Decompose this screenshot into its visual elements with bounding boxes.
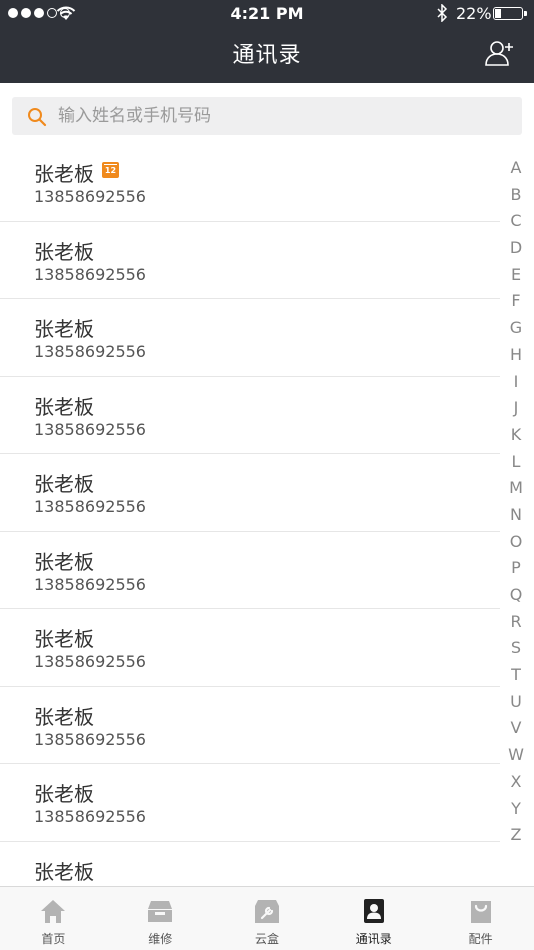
index-letter[interactable]: Z: [500, 822, 532, 849]
contact-row[interactable]: 张老板13858692556: [0, 377, 500, 454]
index-letter[interactable]: D: [500, 235, 532, 262]
tab-label: 配件: [468, 932, 493, 946]
status-bar: 4:21 PM 22%: [0, 0, 534, 28]
repair-box-icon: [146, 897, 174, 925]
tab-parts-bag[interactable]: 配件: [427, 887, 534, 950]
top-bar: 4:21 PM 22% 通讯录: [0, 0, 534, 83]
contact-name: 张老板: [34, 239, 94, 264]
tab-repair-box[interactable]: 维修: [107, 887, 214, 950]
index-letter[interactable]: Y: [500, 796, 532, 823]
contact-list: 张老板 12 13858692556 张老板 13858692556 张老板 1385869…: [0, 144, 500, 886]
index-letter[interactable]: J: [500, 395, 532, 422]
index-letter[interactable]: T: [500, 662, 532, 689]
index-letter[interactable]: E: [500, 262, 532, 289]
parts-bag-icon: [467, 897, 495, 925]
tab-contacts[interactable]: 通讯录: [320, 887, 427, 950]
contact-name: 张老板: [34, 704, 94, 729]
tab-home[interactable]: 首页: [0, 887, 107, 950]
index-letter[interactable]: H: [500, 342, 532, 369]
tab-label: 维修: [148, 932, 173, 946]
search-box[interactable]: [12, 97, 522, 135]
index-letter[interactable]: I: [500, 369, 532, 396]
index-letter[interactable]: O: [500, 529, 532, 556]
contact-name: 张老板: [34, 627, 94, 651]
index-letter[interactable]: W: [500, 742, 532, 769]
index-letter[interactable]: M: [500, 475, 532, 502]
index-letter[interactable]: R: [500, 609, 532, 636]
tab-bar: 首页 维修 云盒 通讯录 配件: [0, 886, 534, 950]
battery-level: [495, 9, 501, 18]
battery-percent: 22%: [456, 4, 492, 23]
home-icon: [39, 897, 67, 925]
contact-row[interactable]: 张老板13858692556: [0, 609, 500, 687]
contact-row[interactable]: 张老板13858692556: [0, 764, 500, 842]
alphabet-index[interactable]: ABCDEFGHIJKLMNOPQRSTUVWXYZ: [500, 155, 532, 849]
tab-cloud-box[interactable]: 云盒: [214, 887, 321, 950]
contact-name: 张老板: [34, 162, 94, 186]
contact-name: 张老板: [34, 472, 94, 496]
contact-row[interactable]: 张老板13858692556: [0, 222, 500, 299]
contact-phone: 13858692556: [34, 342, 146, 361]
contact-phone: 13858692556: [34, 652, 146, 671]
contact-phone: 13858692556: [34, 419, 146, 439]
index-letter[interactable]: C: [500, 208, 532, 235]
index-letter[interactable]: L: [500, 449, 532, 476]
index-letter[interactable]: K: [500, 422, 532, 449]
contact-name: 张老板: [34, 549, 94, 574]
contact-name: 张老板: [34, 782, 94, 806]
calendar-badge-number: 12: [104, 166, 117, 175]
contact-row[interactable]: 张老板 12 13858692556: [0, 144, 500, 222]
search-input[interactable]: [58, 97, 498, 135]
status-time: 4:21 PM: [230, 4, 304, 23]
contact-phone: 13858692556: [34, 729, 146, 749]
index-letter[interactable]: S: [500, 635, 532, 662]
contact-row[interactable]: 张老板13858692556: [0, 454, 500, 532]
page-title: 通讯录: [232, 43, 302, 68]
contact-phone: 13858692556: [34, 264, 146, 284]
contact-row[interactable]: 张老板13858692556: [0, 687, 500, 764]
contact-phone: 13858692556: [34, 497, 146, 516]
contacts-screen: 4:21 PM 22% 通讯录 张老板1213858692556张老板13858: [0, 0, 534, 950]
tab-label: 通讯录: [355, 932, 392, 946]
index-letter[interactable]: Q: [500, 582, 532, 609]
index-letter[interactable]: B: [500, 182, 532, 209]
contact-name: 张老板: [34, 859, 94, 884]
contact-phone: 13858692556: [34, 574, 146, 594]
tab-label: 首页: [41, 932, 66, 946]
index-letter[interactable]: X: [500, 769, 532, 796]
index-letter[interactable]: A: [500, 155, 532, 182]
index-letter[interactable]: U: [500, 689, 532, 716]
contact-row[interactable]: 张老板13858692556: [0, 532, 500, 609]
index-letter[interactable]: P: [500, 555, 532, 582]
contact-phone: 13858692556: [34, 807, 146, 826]
contact-name: 张老板: [34, 317, 94, 341]
index-letter[interactable]: F: [500, 288, 532, 315]
bluetooth-icon: [437, 4, 448, 22]
contact-row[interactable]: 张老板13858692556: [0, 842, 500, 887]
contacts-icon: [360, 897, 388, 925]
search-area: [0, 83, 534, 145]
index-letter[interactable]: V: [500, 715, 532, 742]
contact-row[interactable]: 张老板13858692556: [0, 299, 500, 377]
contact-phone: 13858692556: [34, 187, 146, 206]
tab-label: 云盒: [254, 932, 279, 946]
index-letter[interactable]: G: [500, 315, 532, 342]
index-letter[interactable]: N: [500, 502, 532, 529]
add-user-icon[interactable]: [484, 38, 516, 68]
battery-icon: [493, 7, 527, 20]
cloud-box-icon: [253, 897, 281, 925]
contact-name: 张老板: [34, 394, 94, 419]
calendar-badge-icon: 12: [102, 162, 119, 178]
search-icon: [28, 108, 47, 127]
